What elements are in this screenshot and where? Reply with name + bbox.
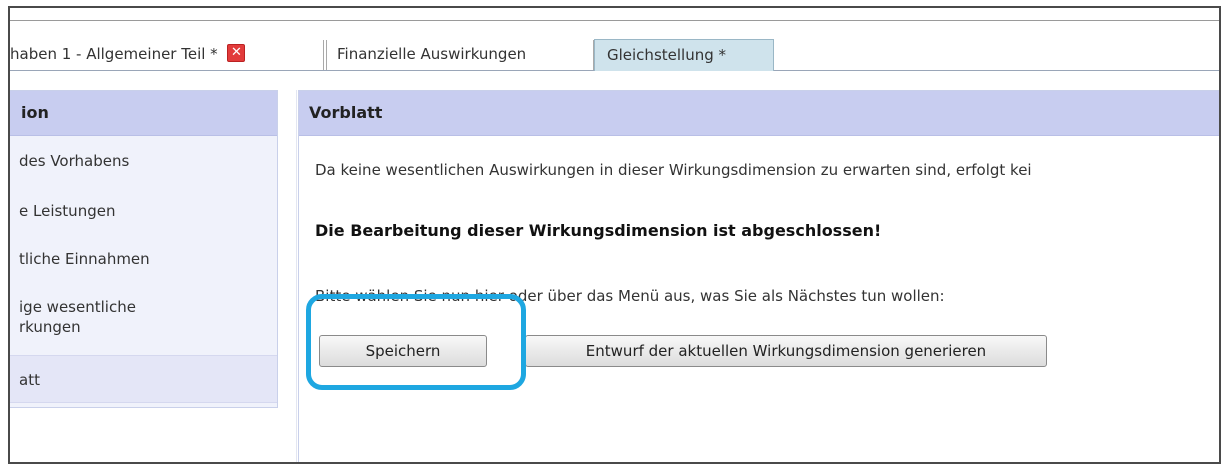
info-text: Da keine wesentlichen Auswirkungen in di… (315, 161, 1032, 179)
nav-item-vorblatt[interactable]: att (10, 355, 277, 403)
tab-vorhaben-allgemeiner-teil[interactable]: haben 1 - Allgemeiner Teil * ✕ (10, 40, 324, 70)
completed-message: Die Bearbeitung dieser Wirkungsdimension… (315, 221, 882, 240)
top-toolbar (10, 8, 1219, 21)
nav-item-label-line1: ige wesentliche (19, 298, 136, 316)
main-panel-title: Vorblatt (299, 91, 1219, 136)
nav-item-vorhaben[interactable]: des Vorhabens (10, 151, 277, 171)
nav-item-einnahmen[interactable]: tliche Einnahmen (10, 249, 277, 269)
tab-label: Gleichstellung * (607, 46, 727, 64)
tab-label: haben 1 - Allgemeiner Teil * (10, 45, 218, 63)
nav-item-leistungen[interactable]: e Leistungen (10, 201, 277, 221)
tab-finanzielle-auswirkungen[interactable]: Finanzielle Auswirkungen (326, 40, 594, 70)
nav-item-label-line2: rkungen (19, 318, 81, 336)
main-panel: Vorblatt Da keine wesentlichen Auswirkun… (298, 90, 1219, 462)
application-window: haben 1 - Allgemeiner Teil * ✕ Finanziel… (8, 6, 1221, 464)
navigation-panel-title: ion (10, 91, 277, 136)
tab-label: Finanzielle Auswirkungen (337, 45, 527, 63)
generate-draft-button[interactable]: Entwurf der aktuellen Wirkungsdimension … (525, 335, 1047, 367)
tab-gleichstellung[interactable]: Gleichstellung * (594, 39, 774, 71)
close-icon[interactable]: ✕ (227, 44, 246, 62)
panel-divider (296, 90, 297, 462)
navigation-panel: ion des Vorhabens e Leistungen tliche Ei… (10, 90, 278, 408)
tab-strip: haben 1 - Allgemeiner Teil * ✕ Finanziel… (10, 39, 1219, 71)
save-button[interactable]: Speichern (319, 335, 487, 367)
next-step-prompt: Bitte wählen Sie nun hier oder über das … (315, 287, 945, 305)
nav-item-sonstige-wirkungen[interactable]: ige wesentliche rkungen (10, 297, 277, 337)
